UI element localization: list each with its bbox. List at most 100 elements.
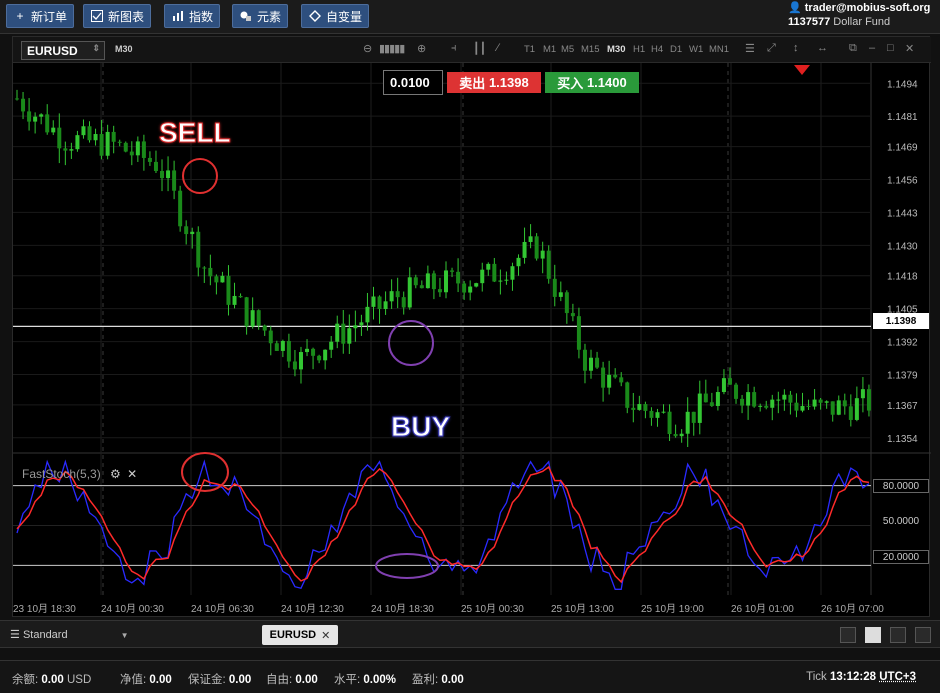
layout-columns-button[interactable] (890, 627, 906, 643)
candle (99, 134, 104, 156)
maximize-icon[interactable]: □ (887, 42, 894, 54)
account-info: 👤 trader@mobius-soft.org 1137577 Dollar … (788, 1, 934, 28)
timezone-select[interactable]: UTC+3 (879, 671, 916, 683)
new-chart-button[interactable]: 新图表 (83, 4, 152, 28)
candle (516, 257, 521, 267)
candle (613, 374, 618, 378)
layout-rows-button[interactable] (915, 627, 931, 643)
candle (39, 114, 44, 117)
tf-mn1[interactable]: MN1 (709, 44, 729, 55)
candle (286, 340, 291, 362)
price-tick-label: 1.1443 (887, 208, 918, 219)
tab-strip: ☰ Standard ▼ EURUSD ✕ (0, 620, 940, 648)
candle (250, 310, 255, 327)
close-tab-icon[interactable]: ✕ (321, 629, 330, 642)
price-tick-label: 1.1354 (887, 434, 918, 445)
candle (734, 384, 739, 399)
candle (425, 273, 430, 289)
settings-gear-icon[interactable]: ⚙ (110, 467, 121, 481)
elements-label: 元素 (257, 9, 282, 24)
candle (601, 367, 606, 388)
candle (673, 434, 678, 437)
account-user[interactable]: 👤 trader@mobius-soft.org (788, 1, 934, 14)
bar-type-icon[interactable]: ⫞ (451, 42, 457, 55)
candle (87, 126, 92, 141)
candle (806, 406, 811, 408)
free-margin: 自由: 0.00 (266, 674, 318, 686)
bar-chart-icon (171, 9, 185, 23)
candle (709, 402, 714, 406)
candle (63, 148, 68, 151)
candle (383, 301, 388, 310)
candle (268, 330, 273, 344)
sell-circle (182, 158, 218, 194)
candle (794, 402, 799, 411)
line-chart-icon[interactable]: ∕ (497, 42, 499, 54)
candle (746, 392, 751, 406)
tf-w1[interactable]: W1 (689, 44, 703, 55)
symbol-select[interactable]: EURUSD ⇕ (21, 41, 105, 60)
workspace-select[interactable]: ☰ Standard ▼ (10, 628, 129, 641)
layout-grid-button[interactable] (865, 627, 881, 643)
candle (643, 404, 648, 411)
variables-button[interactable]: 自变量 (301, 4, 370, 28)
tf-m5[interactable]: M5 (561, 44, 574, 55)
chart-check-icon (90, 9, 104, 23)
tf-t1[interactable]: T1 (524, 44, 535, 55)
remove-indicator-icon[interactable]: ✕ (127, 467, 137, 481)
zoom-out-icon[interactable]: ⊖ (363, 42, 372, 55)
candle (782, 394, 787, 400)
candle (274, 343, 279, 351)
stoch-d-line (16, 465, 870, 584)
candle (15, 98, 19, 100)
buy-annotation: BUY (390, 411, 451, 443)
price-tick-label: 1.1392 (887, 338, 918, 349)
sell-button[interactable]: 卖出 1.1398 (447, 72, 541, 93)
minimize-icon[interactable]: – (869, 42, 875, 54)
horizontal-arrow-icon[interactable]: ↔ (817, 42, 828, 54)
user-icon: 👤 (788, 2, 802, 14)
tf-m15[interactable]: M15 (581, 44, 599, 55)
candle (178, 190, 183, 227)
tf-h4[interactable]: H4 (651, 44, 663, 55)
candle (256, 310, 261, 326)
zoom-slider[interactable]: ▮▮▮▮▮ (379, 42, 405, 55)
time-label: 24 10月 18:30 (371, 604, 434, 615)
candlestick-icon[interactable]: ┃┃ (473, 42, 486, 55)
candle (147, 157, 152, 162)
tf-m1[interactable]: M1 (543, 44, 556, 55)
lot-input[interactable]: 0.0100 (383, 70, 443, 95)
candle (311, 348, 316, 356)
candle (534, 236, 539, 259)
candle (576, 316, 581, 350)
balance: 余额: 0.00 USD (12, 674, 92, 686)
tf-m30[interactable]: M30 (607, 44, 625, 55)
candle (842, 400, 847, 407)
candle (619, 377, 624, 383)
layout-single-button[interactable] (840, 627, 856, 643)
buy-button[interactable]: 买入 1.1400 (545, 72, 639, 93)
candle (649, 410, 654, 418)
main-toolbar: + 新订单 新图表 指数 元素 自变量 👤 trader@mobius-soft… (0, 0, 940, 34)
candle (69, 149, 74, 151)
candle (135, 141, 140, 156)
tf-d1[interactable]: D1 (670, 44, 682, 55)
new-order-button[interactable]: + 新订单 (6, 4, 75, 28)
popout-icon[interactable]: ⧉ (849, 42, 857, 55)
vertical-arrow-icon[interactable]: ↕ (793, 42, 799, 54)
chart-tab-eurusd[interactable]: EURUSD ✕ (262, 625, 338, 645)
elements-button[interactable]: 元素 (232, 4, 289, 28)
tf-h1[interactable]: H1 (633, 44, 645, 55)
profit: 盈利: 0.00 (412, 674, 464, 686)
indicators-button[interactable]: 指数 (164, 4, 221, 28)
chevron-down-icon: ▼ (120, 631, 129, 640)
price-chart[interactable]: 1.1494 1.1481 1.1469 1.1456 1.1443 1.1430 1.14… (13, 63, 931, 619)
candle (341, 323, 346, 344)
candle (570, 313, 575, 317)
horizontal-lines-icon[interactable]: ☰ (745, 42, 755, 55)
plus-icon: + (16, 9, 24, 23)
candle (715, 392, 720, 406)
zoom-in-icon[interactable]: ⊕ (417, 42, 426, 55)
close-icon[interactable]: ✕ (905, 42, 914, 55)
diagonal-arrow-icon[interactable]: ⤢ (767, 42, 776, 55)
